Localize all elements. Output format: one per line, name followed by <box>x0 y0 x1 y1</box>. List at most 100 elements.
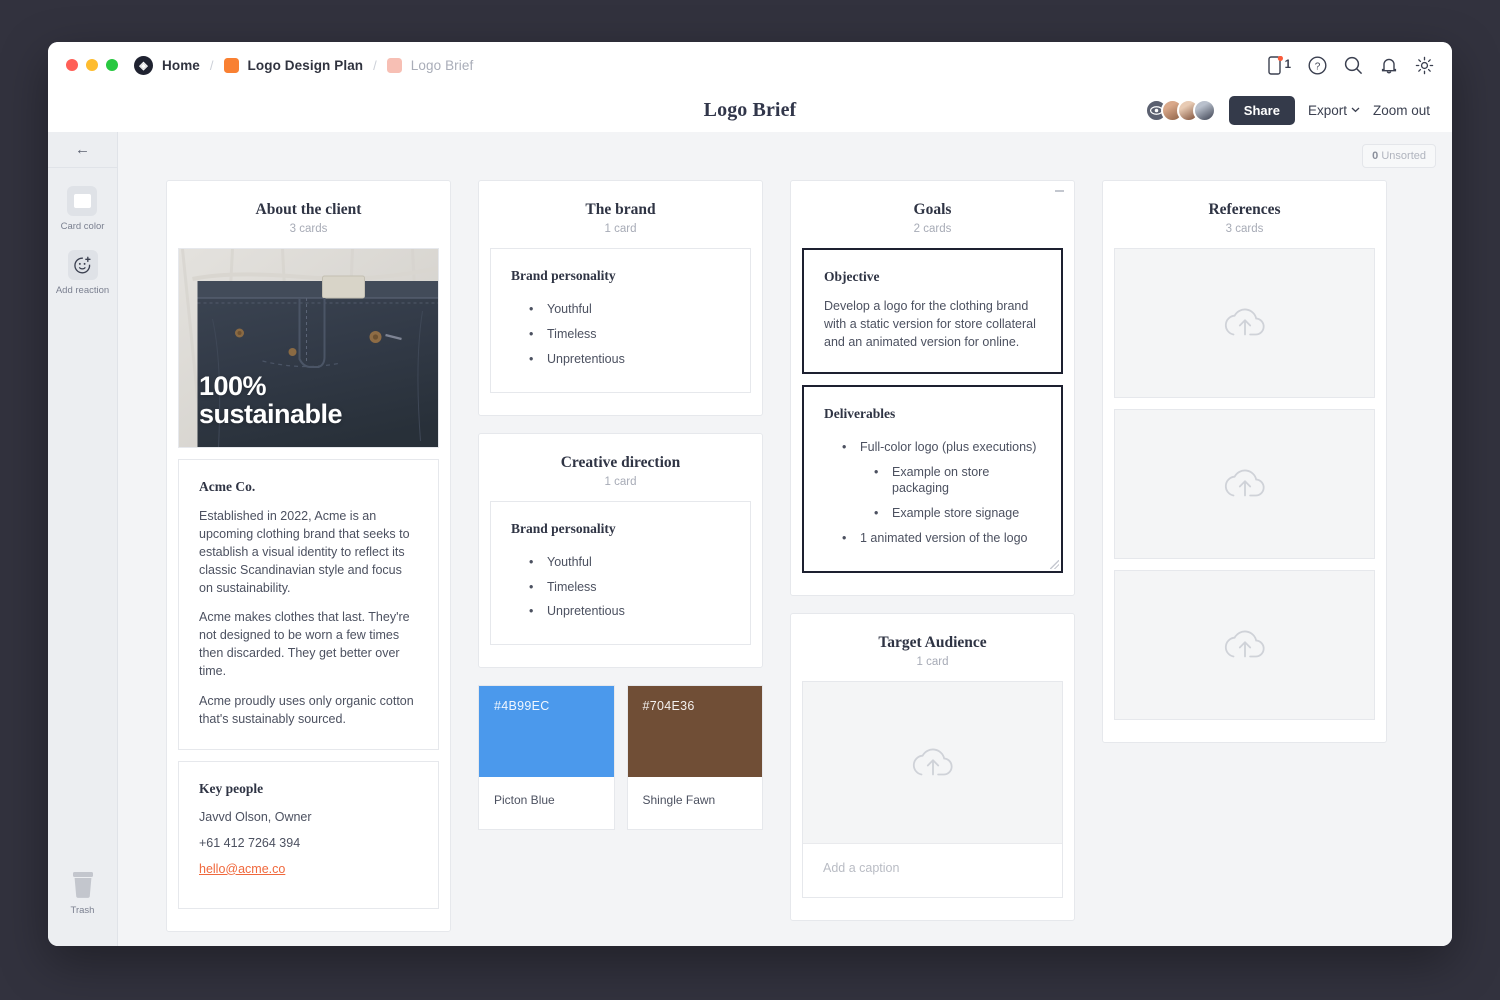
card-group-goals: Goals 2 cards Objective Develop a logo f… <box>790 180 1075 596</box>
caption-placeholder[interactable]: Add a caption <box>803 844 1062 897</box>
trash-label: Trash <box>70 905 95 916</box>
card-objective[interactable]: Objective Develop a logo for the clothin… <box>802 248 1063 374</box>
group-header[interactable]: About the client 3 cards <box>167 181 450 248</box>
back-button[interactable]: ← <box>48 132 117 168</box>
list-item: Youthful <box>511 297 730 322</box>
card-resize-handle[interactable] <box>1050 560 1059 569</box>
share-button[interactable]: Share <box>1228 95 1295 125</box>
group-card-count: 2 cards <box>913 223 952 235</box>
card-group-creative-direction: Creative direction 1 card Brand personal… <box>478 432 763 669</box>
card-upload[interactable] <box>1114 248 1375 398</box>
card-key-people[interactable]: Key people Javvd Olson, Owner +61 412 72… <box>178 760 439 909</box>
breadcrumb-item-home[interactable]: Home <box>162 58 200 73</box>
card-upload[interactable] <box>1114 570 1375 720</box>
search-icon[interactable] <box>1344 56 1363 75</box>
card-upload[interactable]: Add a caption <box>802 681 1063 898</box>
unsorted-label: Unsorted <box>1381 150 1426 162</box>
card-color-swatch[interactable]: #4B99EC Picton Blue <box>478 685 615 831</box>
document-header: Logo Brief Share Export Zoom out <box>48 88 1452 132</box>
group-header[interactable]: The brand 1 card <box>479 181 762 248</box>
card-brand-personality[interactable]: Brand personality Youthful Timeless Unpr… <box>490 248 751 393</box>
header-actions: Share Export Zoom out <box>1144 95 1430 125</box>
group-header[interactable]: Goals 2 cards <box>791 181 1074 248</box>
group-title: The brand <box>585 201 656 218</box>
group-title: Goals <box>913 201 952 218</box>
upload-dropzone[interactable] <box>1115 410 1374 558</box>
list-item: Youthful <box>511 550 730 575</box>
trash-button[interactable]: Trash <box>69 870 97 916</box>
card-color-swatch[interactable]: #704E36 Shingle Fawn <box>626 685 763 831</box>
group-card-count: 1 card <box>604 223 637 235</box>
app-logo-icon[interactable]: ◈ <box>134 55 153 75</box>
photo-overlay-line-1: 100% <box>199 370 267 401</box>
contact-person: Javvd Olson, Owner <box>199 809 312 824</box>
group-card-count: 1 card <box>916 656 949 668</box>
avatar[interactable] <box>1192 98 1216 122</box>
export-menu[interactable]: Export <box>1308 103 1360 118</box>
board-column: References 3 cards <box>1102 180 1387 932</box>
swatch-name: Shingle Fawn <box>642 793 716 808</box>
group-title: Target Audience <box>878 634 987 651</box>
card-color-icon <box>67 186 98 216</box>
card-title: Deliverables <box>824 405 896 421</box>
card-group-references: References 3 cards <box>1102 180 1387 743</box>
add-reaction-icon <box>67 250 98 280</box>
close-window-button[interactable] <box>66 59 78 71</box>
board-columns: About the client 3 cards 100% sustainabl… <box>118 150 1452 932</box>
contact-email-link[interactable]: hello@acme.co <box>199 862 285 876</box>
group-title: Creative direction <box>560 453 681 471</box>
trash-icon <box>72 872 93 898</box>
card-group-target-audience: Target Audience 1 card Add a caption <box>790 613 1075 921</box>
breadcrumb-item-plan[interactable]: Logo Design Plan <box>248 58 364 73</box>
collapse-group-icon[interactable] <box>1055 190 1064 192</box>
list-item: Unpretentious <box>511 599 730 624</box>
export-label: Export <box>1307 102 1347 118</box>
gear-icon[interactable] <box>1415 56 1434 75</box>
zoom-out-button[interactable]: Zoom out <box>1373 103 1430 118</box>
swatch-hex-label: #4B99EC <box>479 686 614 778</box>
photo-overlay-text: 100% sustainable <box>199 370 343 430</box>
svg-text:?: ? <box>1315 61 1321 72</box>
group-card-count: 1 card <box>604 475 637 488</box>
sidebar-item-add-reaction[interactable]: Add reaction <box>56 250 109 296</box>
toolbar-icons: 1 ? <box>1267 55 1434 75</box>
group-header[interactable]: Creative direction 1 card <box>479 434 762 501</box>
list-item: Full-color logo (plus executions) <box>824 435 1041 460</box>
card-paragraph: Established in 2022, Acme is an upcoming… <box>199 509 410 595</box>
list-item: Timeless <box>511 575 730 600</box>
photo-image: 100% sustainable <box>179 249 438 447</box>
upload-dropzone[interactable] <box>1115 571 1374 719</box>
card-acme-co[interactable]: Acme Co. Established in 2022, Acme is an… <box>178 459 439 750</box>
upload-dropzone[interactable] <box>1115 249 1374 397</box>
card-deliverables[interactable]: Deliverables Full-color logo (plus execu… <box>802 384 1063 573</box>
card-title: Acme Co. <box>199 479 256 494</box>
card-title: Brand personality <box>511 268 616 283</box>
maximize-window-button[interactable] <box>106 59 118 71</box>
minimize-window-button[interactable] <box>86 59 98 71</box>
device-icon[interactable]: 1 <box>1267 55 1291 75</box>
group-header[interactable]: Target Audience 1 card <box>791 614 1074 681</box>
collaborator-avatars[interactable] <box>1144 98 1216 122</box>
sidebar-item-card-color[interactable]: Card color <box>61 186 104 232</box>
bell-icon[interactable] <box>1380 56 1398 75</box>
card-photo[interactable]: 100% sustainable <box>178 248 439 448</box>
app-body: ← Card color Add reaction Trash 0 Unsort… <box>48 132 1452 946</box>
group-header[interactable]: References 3 cards <box>1103 181 1386 248</box>
cloud-upload-icon <box>1224 469 1265 497</box>
nested-bullet-list: Full-color logo (plus executions) Exampl… <box>824 435 1041 551</box>
bullet-list: Youthful Timeless Unpretentious <box>511 297 730 372</box>
card-upload[interactable] <box>1114 409 1375 559</box>
cloud-upload-icon <box>1224 308 1265 336</box>
help-icon[interactable]: ? <box>1308 55 1327 75</box>
photo-overlay-line-2: sustainable <box>199 399 343 430</box>
device-count: 1 <box>1284 59 1291 71</box>
swatch-name: Picton Blue <box>494 793 555 808</box>
unsorted-badge[interactable]: 0 Unsorted <box>1362 144 1436 168</box>
card-paragraph: Acme proudly uses only organic cotton th… <box>199 693 414 726</box>
card-brand-personality[interactable]: Brand personality Youthful Timeless Unpr… <box>490 500 751 646</box>
upload-dropzone[interactable] <box>803 682 1062 844</box>
card-paragraph: Develop a logo for the clothing brand wi… <box>824 299 1036 349</box>
brief-color-chip-icon <box>386 57 402 73</box>
left-sidebar: ← Card color Add reaction Trash <box>48 132 118 946</box>
unsorted-count: 0 <box>1372 150 1379 162</box>
